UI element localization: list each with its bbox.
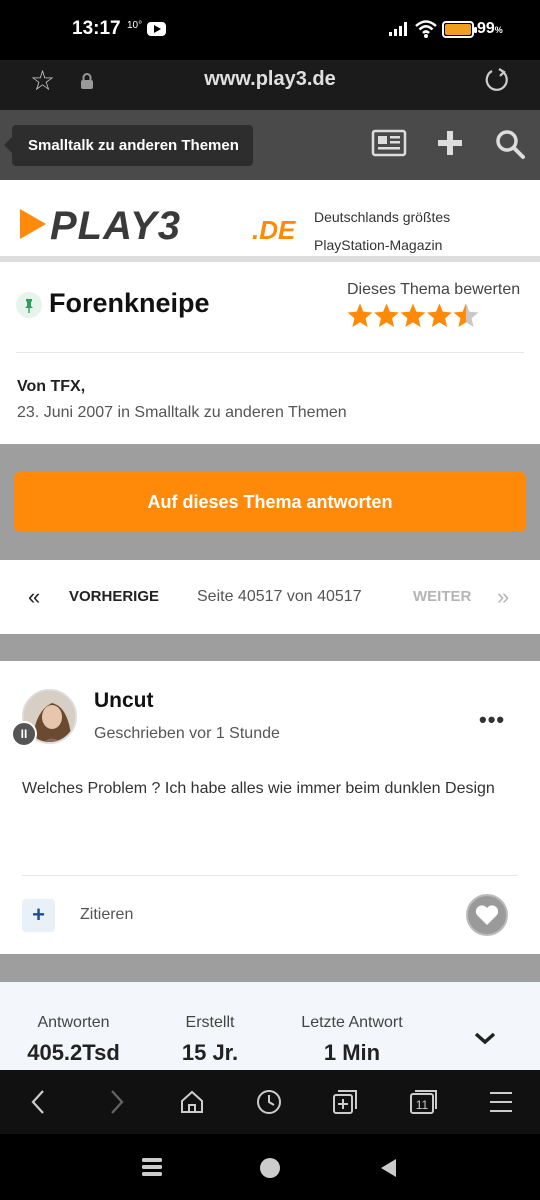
status-bar: 13:17 10° 99% <box>0 0 540 60</box>
battery-percent: 99% <box>477 20 503 37</box>
back-nav-icon[interactable] <box>378 1156 400 1180</box>
breadcrumb-back[interactable]: Smalltalk zu anderen Themen <box>4 125 253 166</box>
battery-icon <box>442 21 477 38</box>
more-options-icon[interactable]: ••• <box>479 707 505 733</box>
forward-icon[interactable] <box>107 1088 127 1116</box>
topic-header: Forenkneipe Dieses Thema bewerten Von TF… <box>0 262 540 444</box>
divider <box>16 352 524 353</box>
reply-button[interactable]: Auf dieses Thema antworten <box>14 472 526 532</box>
home-nav-icon[interactable] <box>258 1156 282 1180</box>
status-temperature: 10° <box>127 20 143 31</box>
youtube-notification-icon <box>147 22 166 36</box>
star-3[interactable] <box>400 303 426 328</box>
pagination: « VORHERIGE Seite 40517 von 40517 WEITER… <box>0 560 540 634</box>
logo-tagline: Deutschlands größtes PlayStation-Magazin <box>314 209 451 253</box>
next-page-button[interactable]: WEITER <box>413 588 471 605</box>
chevron-down-icon[interactable] <box>473 1030 497 1046</box>
back-icon[interactable] <box>28 1088 48 1116</box>
last-page-icon[interactable]: » <box>497 584 509 610</box>
rate-label: Dieses Thema bewerten <box>347 281 521 298</box>
site-header: Smalltalk zu anderen Themen <box>0 110 540 180</box>
stat-replies: Antworten 405.2Tsd <box>27 1014 120 1065</box>
browser-toolbar: 11 <box>0 1070 540 1134</box>
browser-url-bar[interactable]: ☆ www.play3.de <box>0 60 540 110</box>
rating-stars-graphic[interactable] <box>347 302 481 330</box>
stat-created: Erstellt 15 Jr. <box>181 1014 239 1065</box>
pause-icon: II <box>11 721 37 747</box>
plus-icon[interactable] <box>436 128 464 158</box>
star-2[interactable] <box>374 303 399 328</box>
logo-suffix: .DE <box>252 215 296 243</box>
logo-text: PLAY3 <box>50 207 181 243</box>
site-logo[interactable]: PLAY3 .DE <box>20 207 316 243</box>
search-icon[interactable] <box>494 128 526 160</box>
logo-band: PLAY3 .DE Deutschlands größtes PlayStati… <box>0 180 540 258</box>
tabs-icon[interactable]: 11 <box>408 1088 438 1116</box>
post-card: II Uncut Geschrieben vor 1 Stunde ••• We… <box>0 661 540 954</box>
topic-meta: 23. Juni 2007 in Smalltalk zu anderen Th… <box>17 404 347 421</box>
home-icon[interactable] <box>178 1088 206 1116</box>
history-icon[interactable] <box>255 1088 283 1116</box>
prev-page-button[interactable]: VORHERIGE <box>69 588 159 605</box>
reply-section: Auf dieses Thema antworten <box>0 444 540 560</box>
recents-icon[interactable] <box>140 1156 164 1178</box>
page-info[interactable]: Seite 40517 von 40517 <box>197 588 362 606</box>
tab-count: 11 <box>416 1098 429 1112</box>
post-body: Welches Problem ? Ich habe alles wie imm… <box>22 780 495 797</box>
topic-title: Forenkneipe <box>49 288 210 318</box>
star-1[interactable] <box>347 303 373 328</box>
topic-author[interactable]: Von TFX, <box>17 378 85 396</box>
news-icon[interactable] <box>371 128 407 158</box>
quote-add-button[interactable]: + <box>22 899 55 932</box>
url-text[interactable]: www.play3.de <box>0 68 540 91</box>
stat-last-reply: Letzte Antwort 1 Min <box>301 1014 403 1065</box>
divider <box>0 634 540 661</box>
star-4[interactable] <box>427 303 452 328</box>
status-time: 13:17 <box>72 18 121 39</box>
quote-button[interactable]: Zitieren <box>80 906 133 924</box>
divider <box>22 875 518 876</box>
rating-stars[interactable] <box>347 302 481 335</box>
pin-icon <box>16 292 42 318</box>
reload-icon[interactable] <box>483 66 511 94</box>
menu-icon[interactable] <box>488 1088 514 1116</box>
heart-icon <box>475 905 499 925</box>
system-nav-bar <box>0 1134 540 1200</box>
first-page-icon[interactable]: « <box>28 584 40 610</box>
post-timestamp: Geschrieben vor 1 Stunde <box>94 725 280 742</box>
wifi-icon <box>415 20 437 38</box>
divider <box>0 954 540 982</box>
star-5[interactable] <box>453 303 479 328</box>
post-author[interactable]: Uncut <box>94 689 154 713</box>
battery-level <box>445 24 471 35</box>
like-button[interactable] <box>466 894 508 936</box>
topic-stats: Antworten 405.2Tsd Erstellt 15 Jr. Letzt… <box>0 982 540 1070</box>
signal-icon <box>389 22 407 36</box>
new-tab-icon[interactable] <box>331 1088 359 1116</box>
